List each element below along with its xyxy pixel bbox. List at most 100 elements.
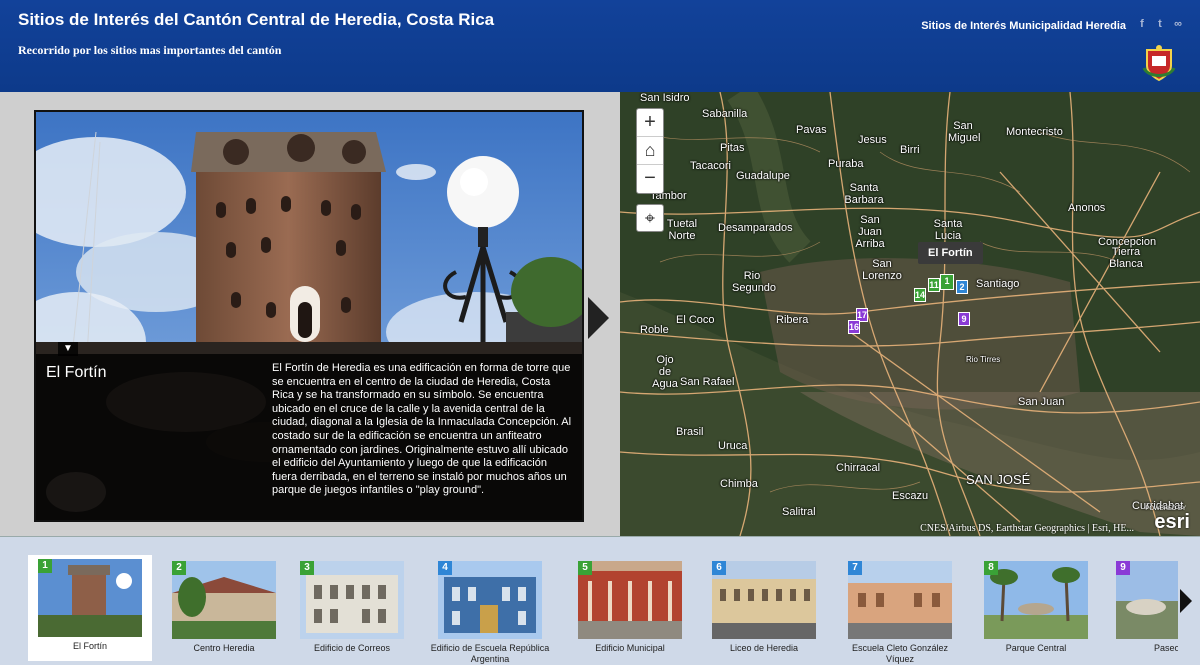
item-label: Paseo de [1154,643,1178,653]
app-title: Sitios de Interés del Cantón Central de … [18,10,495,29]
map-label: Rio Segundo [732,270,777,294]
item-label: Liceo de Heredia [729,643,799,653]
map-label: Montecristo [1006,126,1063,138]
feature-carousel: 1 El Fortín 2 Centro Heredia 3 Edificio … [0,536,1200,665]
social-links: f t ∞ [1136,18,1184,30]
link-icon[interactable]: ∞ [1172,18,1184,30]
map-label: Roble [640,324,669,336]
map-view[interactable]: San Isidro Sabanilla Pavas Jesus Birri S… [620,92,1200,536]
carousel-item[interactable]: 2 Centro Heredia [162,557,286,663]
zoom-controls: + ⌂ − [636,108,664,194]
carousel-item[interactable]: 7 Escuela Cleto González Víquez [838,557,962,664]
item-label: Parque Central [1005,643,1067,653]
map-label: Santiago [976,278,1020,290]
map-pin[interactable]: 9 [958,312,970,326]
map-pin[interactable]: 14 [914,288,926,302]
item-label: El Fortín [72,641,107,651]
item-number: 9 [1116,561,1130,575]
app-subtitle: Recorrido por los sitios mas importantes… [18,43,282,57]
thumbnail-image [984,561,1088,639]
map-label: Pitas [720,142,745,154]
item-label: Edificio de Escuela República Argentina [430,643,550,664]
carousel-item[interactable]: 1 El Fortín [28,555,152,661]
thumbnail-image [172,561,276,639]
feature-description: El Fortín de Heredia es una edificación … [272,362,572,497]
locate-button[interactable]: ⌖ [636,204,664,232]
map-label: Chimba [720,478,758,490]
map-label: Ojo de Agua [652,354,678,390]
map-label: Sabanilla [702,108,748,120]
map-label: San Isidro [640,92,690,104]
home-button[interactable]: ⌂ [637,137,663,165]
carousel-item[interactable]: 4 Edificio de Escuela República Argentin… [428,557,552,664]
item-label: Edificio de Correos [313,643,391,653]
item-number: 5 [578,561,592,575]
municipality-crest-logo [1142,45,1176,82]
map-tooltip: El Fortín [918,242,983,264]
thumbnail-image [848,561,952,639]
item-number: 2 [172,561,186,575]
map-pin-selected[interactable]: 1 [940,274,954,290]
item-number: 7 [848,561,862,575]
thumbnail-image [300,561,404,639]
item-number: 6 [712,561,726,575]
map-pin[interactable]: 11 [928,278,940,292]
map-label: SAN JOSÉ [966,472,1031,487]
map-label: Anonos [1068,202,1106,214]
map-label: San Lorenzo [862,258,902,282]
municipality-link[interactable]: Sitios de Interés Municipalidad Heredia [921,20,1126,32]
map-attribution: CNES/Airbus DS, Earthstar Geographics | … [920,523,1134,534]
map-label: Brasil [676,426,704,438]
carousel-next-arrow[interactable] [1180,589,1192,613]
map-label: Tierra Blanca [1109,246,1143,270]
item-number: 4 [438,561,452,575]
item-number: 3 [300,561,314,575]
map-label: Salitral [782,506,816,518]
map-label: Desamparados [718,222,793,234]
carousel-item[interactable]: 5 Edificio Municipal [568,557,692,663]
map-label: Tacacori [690,160,731,172]
carousel-item[interactable]: 6 Liceo de Heredia [702,557,826,663]
facebook-icon[interactable]: f [1136,18,1148,30]
feature-caption: ▼ El Fortín El Fortín de Heredia es una … [36,342,582,520]
item-number: 1 [38,559,52,573]
app-header: Sitios de Interés del Cantón Central de … [0,0,1200,92]
map-label: Chirracal [836,462,881,474]
item-label: Edificio Municipal [595,643,665,653]
zoom-out-button[interactable]: − [637,165,663,193]
map-label: Puraba [828,158,864,170]
carousel-item[interactable]: 8 Parque Central [974,557,1098,663]
thumbnail-image [438,561,542,639]
esri-logo[interactable]: esri [1154,511,1190,534]
map-label: San Juan Arriba [855,214,885,250]
item-label: Escuela Cleto González Víquez [851,643,949,664]
carousel-item[interactable]: 3 Edificio de Correos [290,557,414,663]
item-label: Centro Heredia [193,643,255,653]
zoom-in-button[interactable]: + [637,109,663,137]
map-label: Guadalupe [736,170,790,182]
map-label: Uruca [718,440,748,452]
story-panel: ▼ El Fortín El Fortín de Heredia es una … [0,92,620,536]
map-label: Pavas [796,124,827,136]
feature-photo: ▼ El Fortín El Fortín de Heredia es una … [34,110,584,522]
map-label: El Coco [676,314,715,326]
caption-collapse-toggle[interactable]: ▼ [58,342,78,356]
thumbnail-image [38,559,142,637]
item-number: 8 [984,561,998,575]
map-pin[interactable]: 16 [848,320,860,334]
map-label: San Miguel [948,120,981,144]
carousel-item[interactable]: 9 Paseo de [1106,557,1178,663]
next-feature-arrow[interactable] [588,297,609,339]
thumbnail-image [712,561,816,639]
map-label: Tuetal Norte [666,218,698,242]
map-label: Santa Barbara [844,182,884,206]
thumbnail-image [578,561,682,639]
twitter-icon[interactable]: t [1154,18,1166,30]
feature-title: El Fortín [46,364,107,381]
map-label: Jesus [858,134,887,146]
map-pin[interactable]: 2 [956,280,968,294]
map-label: Birri [900,144,920,156]
map-label: San Juan [1018,396,1065,408]
map-label: Santa Lucia [933,218,963,242]
map-label: Escazu [892,490,929,502]
